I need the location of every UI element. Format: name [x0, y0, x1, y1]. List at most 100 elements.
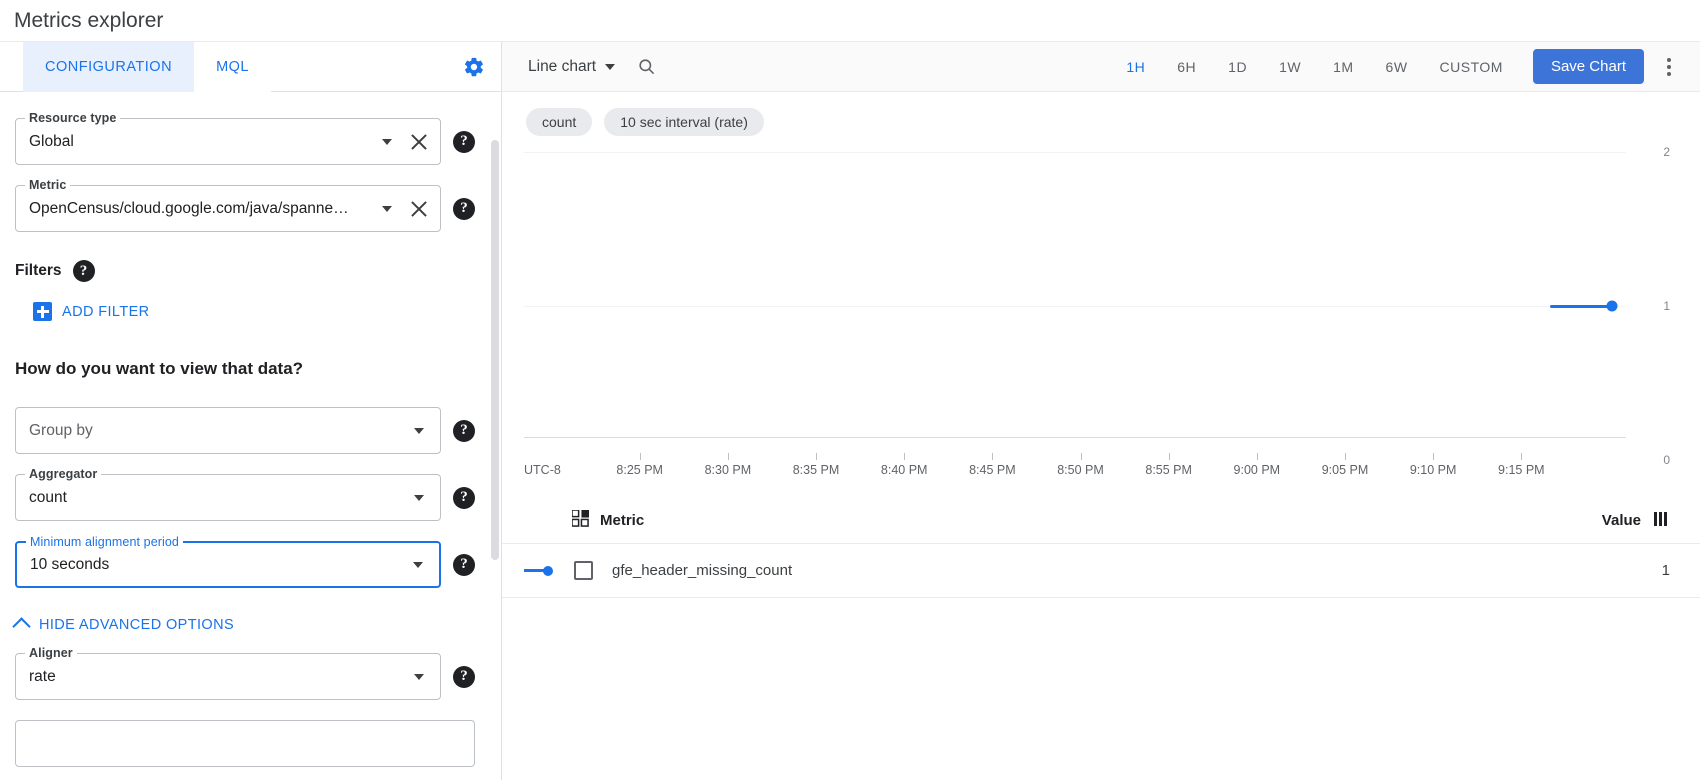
- resource-type-field[interactable]: Resource type Global: [15, 118, 441, 165]
- help-icon-aligner[interactable]: ?: [453, 666, 475, 688]
- alignment-period-label: Minimum alignment period: [26, 535, 183, 549]
- time-range-group: 1H 6H 1D 1W 1M 6W CUSTOM Save Chart: [1110, 49, 1686, 84]
- save-chart-button[interactable]: Save Chart: [1533, 49, 1644, 84]
- gridline-y1: [524, 306, 1626, 307]
- chip-aggregator[interactable]: count: [526, 108, 592, 136]
- chart-type-label: Line chart: [528, 58, 596, 76]
- aggregator-field[interactable]: Aggregator count: [15, 474, 441, 521]
- clear-resource-type-icon[interactable]: [408, 131, 430, 153]
- plot-area: [524, 152, 1626, 460]
- legend-table: Metric Value: [502, 498, 1700, 598]
- help-icon-resource-type[interactable]: ?: [453, 131, 475, 153]
- kebab-menu-icon[interactable]: [1652, 50, 1686, 84]
- metric-label: Metric: [25, 178, 70, 192]
- sidebar-scroll-region: Resource type Global ? Metric OpenCensus…: [0, 92, 501, 780]
- select-columns-icon[interactable]: [572, 510, 589, 531]
- alignment-period-field[interactable]: Minimum alignment period 10 seconds: [15, 541, 441, 588]
- column-bars-icon[interactable]: [1654, 512, 1670, 530]
- range-6h[interactable]: 6H: [1161, 51, 1212, 83]
- range-1m[interactable]: 1M: [1317, 51, 1369, 83]
- aggregator-row: Aggregator count ?: [15, 474, 475, 521]
- tab-configuration-label: CONFIGURATION: [45, 59, 172, 75]
- help-icon-aggregator[interactable]: ?: [453, 487, 475, 509]
- aggregator-value: count: [29, 489, 406, 507]
- plus-icon: [33, 302, 52, 321]
- help-icon-metric[interactable]: ?: [453, 198, 475, 220]
- aggregator-label: Aggregator: [25, 467, 101, 481]
- x-tick-10: 9:15 PM: [1498, 463, 1545, 477]
- legend-header-row: Metric Value: [502, 498, 1700, 544]
- chevron-down-icon[interactable]: [382, 206, 392, 212]
- aligner-row: Aligner rate ?: [15, 653, 475, 700]
- sidebar-tabs: CONFIGURATION MQL: [23, 42, 271, 92]
- resource-type-label: Resource type: [25, 111, 120, 125]
- aligner-field[interactable]: Aligner rate: [15, 653, 441, 700]
- x-tick-5: 8:50 PM: [1057, 463, 1104, 477]
- chart: 2 1 0 UTC-8 8:25 PM 8:30 PM 8:35 PM 8:40…: [524, 152, 1678, 482]
- add-filter-button[interactable]: ADD FILTER: [33, 302, 475, 321]
- sidebar-scrollbar-thumb[interactable]: [491, 140, 499, 560]
- range-1d[interactable]: 1D: [1212, 51, 1263, 83]
- chip-interval[interactable]: 10 sec interval (rate): [604, 108, 764, 136]
- sidebar-content: Resource type Global ? Metric OpenCensus…: [0, 118, 501, 767]
- metric-value: OpenCensus/cloud.google.com/java/spanne…: [29, 200, 374, 218]
- help-icon-alignment-period[interactable]: ?: [453, 554, 475, 576]
- metric-row: Metric OpenCensus/cloud.google.com/java/…: [15, 185, 475, 232]
- chevron-down-icon: [605, 64, 615, 70]
- sidebar-scrollbar[interactable]: [490, 92, 500, 780]
- x-axis: UTC-8 8:25 PM 8:30 PM 8:35 PM 8:40 PM 8:…: [524, 460, 1626, 482]
- x-tick-8: 9:05 PM: [1322, 463, 1369, 477]
- range-1h[interactable]: 1H: [1110, 51, 1161, 83]
- filters-label: Filters: [15, 262, 62, 280]
- gridline-y2: [524, 152, 1626, 153]
- clear-metric-icon[interactable]: [408, 198, 430, 220]
- hide-advanced-options-button[interactable]: HIDE ADVANCED OPTIONS: [15, 616, 475, 633]
- legend-row-checkbox[interactable]: [574, 561, 593, 580]
- range-6w[interactable]: 6W: [1370, 51, 1424, 83]
- range-1w[interactable]: 1W: [1263, 51, 1317, 83]
- chevron-down-icon[interactable]: [413, 562, 423, 568]
- aligner-label: Aligner: [25, 646, 77, 660]
- gear-icon[interactable]: [457, 50, 491, 84]
- filters-header: Filters ?: [15, 260, 475, 282]
- partial-next-field[interactable]: [15, 720, 475, 767]
- x-tick-6: 8:55 PM: [1145, 463, 1192, 477]
- y-tick-2: 2: [1663, 145, 1670, 159]
- alignment-period-value: 10 seconds: [30, 556, 405, 574]
- range-custom[interactable]: CUSTOM: [1424, 51, 1519, 83]
- x-tick-1: 8:30 PM: [705, 463, 752, 477]
- x-tick-7: 9:00 PM: [1234, 463, 1281, 477]
- metric-field[interactable]: Metric OpenCensus/cloud.google.com/java/…: [15, 185, 441, 232]
- view-data-question: How do you want to view that data?: [15, 359, 475, 379]
- x-tick-3: 8:40 PM: [881, 463, 928, 477]
- series-line-gfe-header-missing-count: [1550, 305, 1612, 308]
- tab-configuration[interactable]: CONFIGURATION: [23, 42, 194, 92]
- sidebar-tabbar: CONFIGURATION MQL: [0, 42, 501, 92]
- y-tick-0: 0: [1663, 453, 1670, 467]
- help-icon-filters[interactable]: ?: [73, 260, 95, 282]
- tab-mql-label: MQL: [216, 59, 249, 75]
- x-tick-9: 9:10 PM: [1410, 463, 1457, 477]
- chevron-down-icon[interactable]: [414, 428, 424, 434]
- series-color-swatch: [524, 566, 560, 576]
- help-icon-group-by[interactable]: ?: [453, 420, 475, 442]
- chevron-down-icon[interactable]: [414, 674, 424, 680]
- x-axis-line: [524, 437, 1626, 438]
- y-tick-1: 1: [1663, 299, 1670, 313]
- group-by-field[interactable]: Group by: [15, 407, 441, 454]
- add-filter-label: ADD FILTER: [62, 304, 150, 320]
- legend-row-value: 1: [1662, 562, 1670, 579]
- table-row[interactable]: gfe_header_missing_count 1: [502, 544, 1700, 598]
- series-endpoint-dot[interactable]: [1607, 301, 1618, 312]
- search-icon[interactable]: [637, 57, 656, 76]
- chart-type-selector[interactable]: Line chart: [528, 58, 615, 76]
- page-header: Metrics explorer: [0, 0, 1700, 42]
- chart-toolbar: Line chart 1H 6H 1D 1W 1M 6W CUSTOM Save…: [502, 42, 1700, 92]
- chevron-down-icon[interactable]: [382, 139, 392, 145]
- body-wrapper: CONFIGURATION MQL Resource type Global: [0, 42, 1700, 780]
- page-title: Metrics explorer: [14, 9, 163, 33]
- tab-mql[interactable]: MQL: [194, 42, 271, 92]
- chart-panel: Line chart 1H 6H 1D 1W 1M 6W CUSTOM Save…: [502, 42, 1700, 780]
- legend-metric-header: Metric: [572, 510, 644, 531]
- chevron-down-icon[interactable]: [414, 495, 424, 501]
